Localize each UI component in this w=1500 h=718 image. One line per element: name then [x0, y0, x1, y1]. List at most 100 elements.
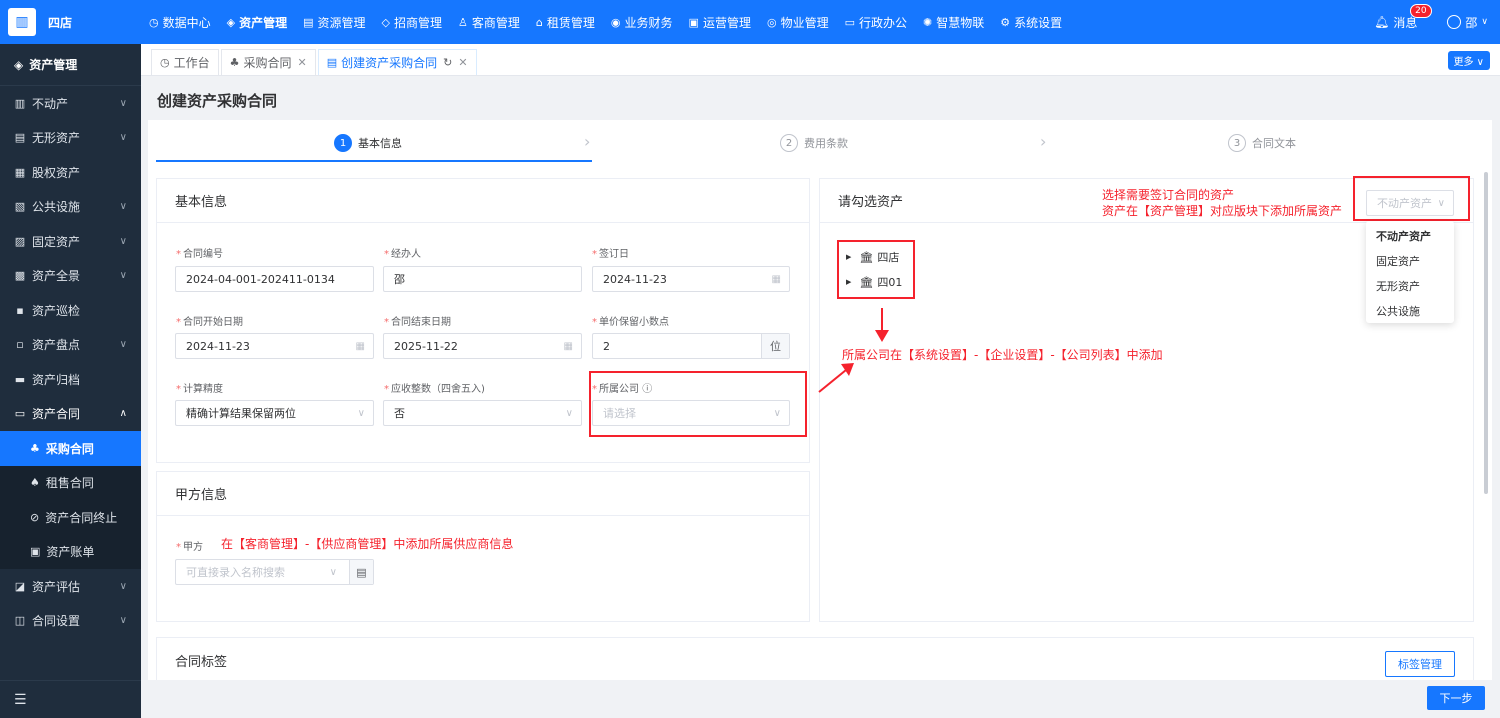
- decimal-input[interactable]: 2位: [592, 333, 790, 359]
- scrollbar[interactable]: [1484, 172, 1488, 494]
- step-contract-text[interactable]: 3 合同文本: [1228, 134, 1296, 152]
- sidebar-item-asset-contract[interactable]: ▭ 资产合同 ∧: [0, 397, 141, 432]
- dropdown-option-fixed[interactable]: 固定资产: [1366, 248, 1454, 273]
- nav-icon: ▣: [688, 15, 699, 29]
- step-basic-info[interactable]: 1 基本信息: [334, 134, 402, 152]
- close-icon[interactable]: ✕: [298, 56, 307, 69]
- asset-annotation-line2: 资产在【资产管理】对应版块下添加所属资产: [1102, 204, 1343, 218]
- precision-select[interactable]: 精确计算结果保留两位 ∨: [175, 400, 374, 426]
- sidebar-item-inventory[interactable]: ▫ 资产盘点 ∨: [0, 328, 141, 363]
- end-date-picker[interactable]: 2025-11-22 ▦: [383, 333, 582, 359]
- sidebar-item-contract-settings[interactable]: ◫ 合同设置 ∨: [0, 604, 141, 639]
- nav-item-client[interactable]: ♙ 客商管理: [450, 0, 528, 44]
- nav-item-investment[interactable]: ◇ 招商管理: [374, 0, 450, 44]
- basic-info-title: 基本信息: [157, 179, 809, 223]
- collapse-menu-icon[interactable]: ☰: [0, 680, 141, 718]
- round-select[interactable]: 否 ∨: [383, 400, 582, 426]
- sidebar-item-equity[interactable]: ▦ 股权资产: [0, 155, 141, 190]
- start-date-label: * 合同开始日期: [176, 317, 243, 328]
- chevron-down-icon: ∨: [119, 132, 127, 144]
- page-title: 创建资产采购合同: [157, 92, 278, 110]
- tab-create-purchase-contract[interactable]: ▤ 创建资产采购合同 ↻ ✕: [317, 49, 477, 75]
- step-label: 基本信息: [358, 137, 402, 150]
- party-label: * 甲方: [176, 542, 203, 553]
- sidebar-item-inspection[interactable]: ▪ 资产巡检: [0, 293, 141, 328]
- sidebar-item-public-facility[interactable]: ▧ 公共设施 ∨: [0, 190, 141, 225]
- sidebar-item-label: 资产评估: [32, 579, 81, 594]
- chevron-up-icon: ∧: [119, 408, 127, 420]
- dropdown-option-intangible[interactable]: 无形资产: [1366, 273, 1454, 298]
- company-highlight-box: [589, 371, 807, 437]
- nav-item-property[interactable]: ◎ 物业管理: [759, 0, 837, 44]
- refresh-icon[interactable]: ↻: [443, 56, 452, 69]
- nav-item-lease[interactable]: ⌂ 租赁管理: [528, 0, 603, 44]
- sidebar-item-archive[interactable]: ▬ 资产归档: [0, 362, 141, 397]
- dropdown-option-real-estate[interactable]: 不动产资产: [1366, 223, 1454, 248]
- sidebar-icon: ▨: [14, 234, 26, 248]
- calendar-icon: ▦: [771, 273, 781, 285]
- sidebar-item-label: 公共设施: [32, 200, 81, 215]
- messages-button[interactable]: 🔔︎ 消息 20: [1374, 3, 1432, 31]
- nav-item-finance[interactable]: ◉ 业务财务: [603, 0, 681, 44]
- sidebar-item-evaluation[interactable]: ◪ 资产评估 ∨: [0, 569, 141, 604]
- sidebar-icon: ▩: [14, 269, 26, 283]
- nav-item-data-center[interactable]: ◷ 数据中心: [141, 0, 219, 44]
- start-date-picker[interactable]: 2024-11-23 ▦: [175, 333, 374, 359]
- tab-workbench[interactable]: ◷ 工作台: [151, 49, 219, 75]
- dropdown-option-public[interactable]: 公共设施: [1366, 298, 1454, 323]
- chevron-down-icon: ∨: [119, 580, 127, 592]
- sidebar-item-real-estate[interactable]: ▥ 不动产 ∨: [0, 86, 141, 121]
- chevron-down-icon: ∨: [119, 201, 127, 213]
- nav-item-settings[interactable]: ⚙ 系统设置: [992, 0, 1070, 44]
- clipboard-icon[interactable]: ▤: [349, 560, 373, 584]
- handler-input[interactable]: 邵: [383, 266, 582, 292]
- nav-icon: ◇: [381, 15, 390, 29]
- user-menu[interactable]: 邵 ∨: [1447, 14, 1488, 31]
- steps: 1 基本信息 › 2 费用条款 › 3 合同文本: [156, 126, 1484, 162]
- sidebar-sub-asset-bill[interactable]: ▣ 资产账单: [0, 534, 141, 569]
- more-button[interactable]: 更多 ∨: [1447, 51, 1490, 70]
- active-step-indicator: [156, 160, 592, 162]
- nav-label: 行政办公: [858, 15, 907, 30]
- supplier-annotation: 在【客商管理】-【供应商管理】中添加所属供应商信息: [221, 537, 514, 551]
- sidebar-sub-purchase-contract[interactable]: ♣ 采购合同: [0, 431, 141, 466]
- nav-item-resource-management[interactable]: ▤ 资源管理: [295, 0, 373, 44]
- sidebar-sub-contract-termination[interactable]: ⊘ 资产合同终止: [0, 500, 141, 535]
- step-label: 合同文本: [1252, 137, 1296, 150]
- party-search-input[interactable]: 可直接录入名称搜索 ∨ ▤: [175, 559, 374, 585]
- nav-icon: ◎: [766, 15, 777, 29]
- label-text: 经办人: [391, 249, 421, 260]
- sidebar-sub-lease-contract[interactable]: ♠ 租售合同: [0, 465, 141, 500]
- sidebar-item-intangible[interactable]: ▤ 无形资产 ∨: [0, 121, 141, 156]
- step-number: 2: [780, 134, 798, 152]
- next-step-button[interactable]: 下一步: [1427, 686, 1485, 710]
- nav-icon: ◈: [226, 15, 236, 29]
- chevron-down-icon: ∨: [119, 339, 127, 351]
- nav-item-asset-management[interactable]: ◈ 资产管理: [219, 0, 295, 44]
- sidebar-item-panorama[interactable]: ▩ 资产全景 ∨: [0, 259, 141, 294]
- sidebar-sub-label: 资产账单: [46, 545, 95, 560]
- avatar-icon: [1447, 15, 1462, 29]
- tags-panel: 合同标签: [156, 637, 1474, 680]
- nav-label: 数据中心: [162, 15, 211, 30]
- decimal-unit: 位: [761, 334, 789, 358]
- sidebar-icon: ▤: [14, 131, 26, 145]
- contract-no-input[interactable]: 2024-04-001-202411-0134: [175, 266, 374, 292]
- step-fee-terms[interactable]: 2 费用条款: [780, 134, 848, 152]
- chevron-down-icon: ∨: [565, 407, 573, 419]
- nav-item-iot[interactable]: ✺ 智慧物联: [915, 0, 992, 44]
- tag-manage-button[interactable]: 标签管理: [1385, 651, 1455, 677]
- sidebar-item-fixed-asset[interactable]: ▨ 固定资产 ∨: [0, 224, 141, 259]
- input-value: 2: [603, 339, 610, 353]
- sign-date-picker[interactable]: 2024-11-23 ▦: [592, 266, 790, 292]
- chevron-right-icon: ›: [1040, 132, 1047, 151]
- sidebar-icon: ▣: [30, 545, 41, 559]
- nav-item-admin[interactable]: ▭ 行政办公: [837, 0, 915, 44]
- tab-purchase-contract[interactable]: ♣ 采购合同 ✕: [220, 49, 316, 75]
- app-logo[interactable]: ▥ 四店: [0, 0, 141, 44]
- nav-item-operation[interactable]: ▣ 运营管理: [681, 0, 759, 44]
- label-text: 签订日: [599, 249, 629, 260]
- close-icon[interactable]: ✕: [458, 56, 467, 69]
- chevron-down-icon: ∨: [329, 566, 337, 578]
- step-label: 费用条款: [804, 137, 848, 150]
